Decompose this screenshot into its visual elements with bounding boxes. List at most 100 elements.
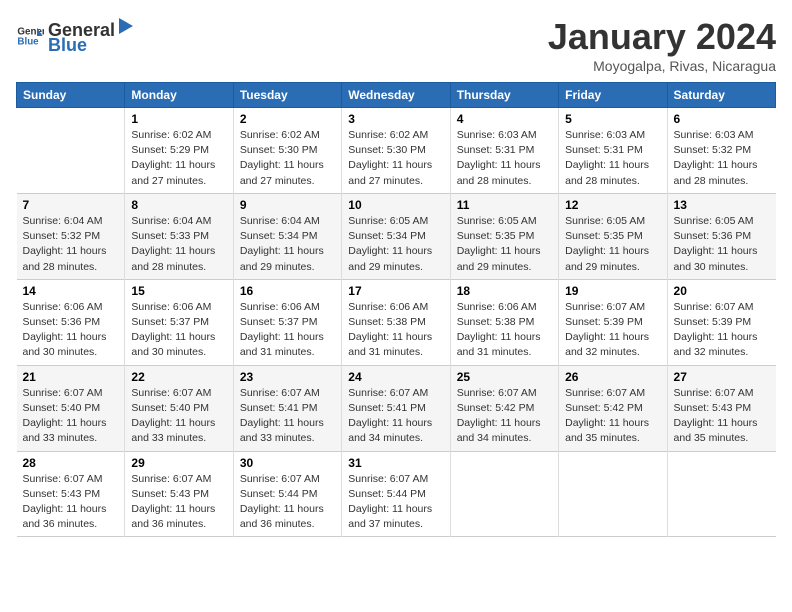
calendar-cell: 27 Sunrise: 6:07 AMSunset: 5:43 PMDayligh… — [667, 365, 775, 451]
day-number: 16 — [240, 284, 335, 298]
day-number: 17 — [348, 284, 443, 298]
day-detail: Sunrise: 6:07 AMSunset: 5:42 PMDaylight:… — [565, 386, 660, 447]
calendar-cell: 5 Sunrise: 6:03 AMSunset: 5:31 PMDaylight… — [559, 108, 667, 194]
day-number: 19 — [565, 284, 660, 298]
weekday-header: Friday — [559, 83, 667, 108]
day-detail: Sunrise: 6:06 AMSunset: 5:37 PMDaylight:… — [240, 300, 335, 361]
calendar-cell: 19 Sunrise: 6:07 AMSunset: 5:39 PMDayligh… — [559, 279, 667, 365]
day-detail: Sunrise: 6:06 AMSunset: 5:36 PMDaylight:… — [23, 300, 119, 361]
day-detail: Sunrise: 6:06 AMSunset: 5:38 PMDaylight:… — [348, 300, 443, 361]
calendar-header-row: SundayMondayTuesdayWednesdayThursdayFrid… — [17, 83, 776, 108]
day-detail: Sunrise: 6:05 AMSunset: 5:36 PMDaylight:… — [674, 214, 770, 275]
day-detail: Sunrise: 6:07 AMSunset: 5:44 PMDaylight:… — [240, 472, 335, 533]
day-number: 30 — [240, 456, 335, 470]
day-detail: Sunrise: 6:02 AMSunset: 5:30 PMDaylight:… — [240, 128, 335, 189]
day-detail: Sunrise: 6:07 AMSunset: 5:42 PMDaylight:… — [457, 386, 552, 447]
day-number: 14 — [23, 284, 119, 298]
day-number: 5 — [565, 112, 660, 126]
calendar-cell: 26 Sunrise: 6:07 AMSunset: 5:42 PMDayligh… — [559, 365, 667, 451]
calendar-cell: 2Sunrise: 6:02 AMSunset: 5:30 PMDaylight… — [233, 108, 341, 194]
calendar-cell: 1 Sunrise: 6:02 AMSunset: 5:29 PMDaylight… — [125, 108, 233, 194]
calendar-cell: 4 Sunrise: 6:03 AMSunset: 5:31 PMDaylight… — [450, 108, 558, 194]
calendar-cell: 10Sunrise: 6:05 AMSunset: 5:34 PMDayligh… — [342, 193, 450, 279]
calendar-cell: 29 Sunrise: 6:07 AMSunset: 5:43 PMDayligh… — [125, 451, 233, 537]
day-number: 26 — [565, 370, 660, 384]
day-number: 23 — [240, 370, 335, 384]
day-detail: Sunrise: 6:04 AMSunset: 5:34 PMDaylight:… — [240, 214, 335, 275]
logo: General Blue General Blue — [16, 16, 137, 56]
weekday-header: Saturday — [667, 83, 775, 108]
day-number: 29 — [131, 456, 226, 470]
calendar-cell: 24 Sunrise: 6:07 AMSunset: 5:41 PMDayligh… — [342, 365, 450, 451]
day-detail: Sunrise: 6:05 AMSunset: 5:35 PMDaylight:… — [457, 214, 552, 275]
day-detail: Sunrise: 6:03 AMSunset: 5:31 PMDaylight:… — [565, 128, 660, 189]
weekday-header: Tuesday — [233, 83, 341, 108]
weekday-header: Wednesday — [342, 83, 450, 108]
day-number: 8 — [131, 198, 226, 212]
calendar-cell — [450, 451, 558, 537]
weekday-header: Monday — [125, 83, 233, 108]
calendar-week-row: 28Sunrise: 6:07 AMSunset: 5:43 PMDayligh… — [17, 451, 776, 537]
day-detail: Sunrise: 6:04 AMSunset: 5:32 PMDaylight:… — [23, 214, 119, 275]
weekday-header: Sunday — [17, 83, 125, 108]
day-number: 22 — [131, 370, 226, 384]
calendar-cell: 15 Sunrise: 6:06 AMSunset: 5:37 PMDayligh… — [125, 279, 233, 365]
title-block: January 2024 Moyogalpa, Rivas, Nicaragua — [548, 16, 776, 74]
calendar-cell — [559, 451, 667, 537]
day-detail: Sunrise: 6:06 AMSunset: 5:37 PMDaylight:… — [131, 300, 226, 361]
calendar-cell: 16 Sunrise: 6:06 AMSunset: 5:37 PMDayligh… — [233, 279, 341, 365]
calendar-cell: 13Sunrise: 6:05 AMSunset: 5:36 PMDayligh… — [667, 193, 775, 279]
calendar-cell: 28Sunrise: 6:07 AMSunset: 5:43 PMDayligh… — [17, 451, 125, 537]
day-detail: Sunrise: 6:07 AMSunset: 5:41 PMDaylight:… — [348, 386, 443, 447]
day-detail: Sunrise: 6:02 AMSunset: 5:29 PMDaylight:… — [131, 128, 226, 189]
calendar-cell: 23Sunrise: 6:07 AMSunset: 5:41 PMDayligh… — [233, 365, 341, 451]
day-number: 10 — [348, 198, 443, 212]
page-header: General Blue General Blue January 2024 M… — [16, 16, 776, 74]
calendar-cell: 14 Sunrise: 6:06 AMSunset: 5:36 PMDayligh… — [17, 279, 125, 365]
calendar-cell: 30 Sunrise: 6:07 AMSunset: 5:44 PMDayligh… — [233, 451, 341, 537]
calendar-cell — [667, 451, 775, 537]
weekday-header: Thursday — [450, 83, 558, 108]
calendar-cell: 12 Sunrise: 6:05 AMSunset: 5:35 PMDayligh… — [559, 193, 667, 279]
day-number: 27 — [674, 370, 770, 384]
calendar-cell: 25Sunrise: 6:07 AMSunset: 5:42 PMDayligh… — [450, 365, 558, 451]
day-number: 1 — [131, 112, 226, 126]
calendar-subtitle: Moyogalpa, Rivas, Nicaragua — [548, 58, 776, 74]
day-detail: Sunrise: 6:05 AMSunset: 5:35 PMDaylight:… — [565, 214, 660, 275]
day-number: 21 — [23, 370, 119, 384]
calendar-cell: 6 Sunrise: 6:03 AMSunset: 5:32 PMDaylight… — [667, 108, 775, 194]
day-number: 9 — [240, 198, 335, 212]
calendar-cell: 8 Sunrise: 6:04 AMSunset: 5:33 PMDaylight… — [125, 193, 233, 279]
day-number: 3 — [348, 112, 443, 126]
day-detail: Sunrise: 6:07 AMSunset: 5:40 PMDaylight:… — [23, 386, 119, 447]
day-detail: Sunrise: 6:03 AMSunset: 5:31 PMDaylight:… — [457, 128, 552, 189]
day-number: 24 — [348, 370, 443, 384]
logo-icon: General Blue — [16, 22, 44, 50]
day-detail: Sunrise: 6:04 AMSunset: 5:33 PMDaylight:… — [131, 214, 226, 275]
day-number: 20 — [674, 284, 770, 298]
day-detail: Sunrise: 6:07 AMSunset: 5:44 PMDaylight:… — [348, 472, 443, 533]
day-number: 6 — [674, 112, 770, 126]
calendar-cell: 18Sunrise: 6:06 AMSunset: 5:38 PMDayligh… — [450, 279, 558, 365]
day-detail: Sunrise: 6:07 AMSunset: 5:39 PMDaylight:… — [565, 300, 660, 361]
calendar-cell: 17 Sunrise: 6:06 AMSunset: 5:38 PMDayligh… — [342, 279, 450, 365]
day-detail: Sunrise: 6:02 AMSunset: 5:30 PMDaylight:… — [348, 128, 443, 189]
calendar-cell: 31 Sunrise: 6:07 AMSunset: 5:44 PMDayligh… — [342, 451, 450, 537]
day-number: 12 — [565, 198, 660, 212]
calendar-cell — [17, 108, 125, 194]
calendar-week-row: 1 Sunrise: 6:02 AMSunset: 5:29 PMDaylight… — [17, 108, 776, 194]
logo-flag-icon — [116, 16, 136, 36]
day-detail: Sunrise: 6:07 AMSunset: 5:43 PMDaylight:… — [131, 472, 226, 533]
day-number: 18 — [457, 284, 552, 298]
day-number: 11 — [457, 198, 552, 212]
calendar-table: SundayMondayTuesdayWednesdayThursdayFrid… — [16, 82, 776, 537]
day-detail: Sunrise: 6:07 AMSunset: 5:43 PMDaylight:… — [674, 386, 770, 447]
day-detail: Sunrise: 6:03 AMSunset: 5:32 PMDaylight:… — [674, 128, 770, 189]
day-detail: Sunrise: 6:07 AMSunset: 5:40 PMDaylight:… — [131, 386, 226, 447]
day-number: 4 — [457, 112, 552, 126]
day-detail: Sunrise: 6:07 AMSunset: 5:39 PMDaylight:… — [674, 300, 770, 361]
day-number: 15 — [131, 284, 226, 298]
calendar-cell: 20 Sunrise: 6:07 AMSunset: 5:39 PMDayligh… — [667, 279, 775, 365]
calendar-title: January 2024 — [548, 16, 776, 58]
day-number: 31 — [348, 456, 443, 470]
